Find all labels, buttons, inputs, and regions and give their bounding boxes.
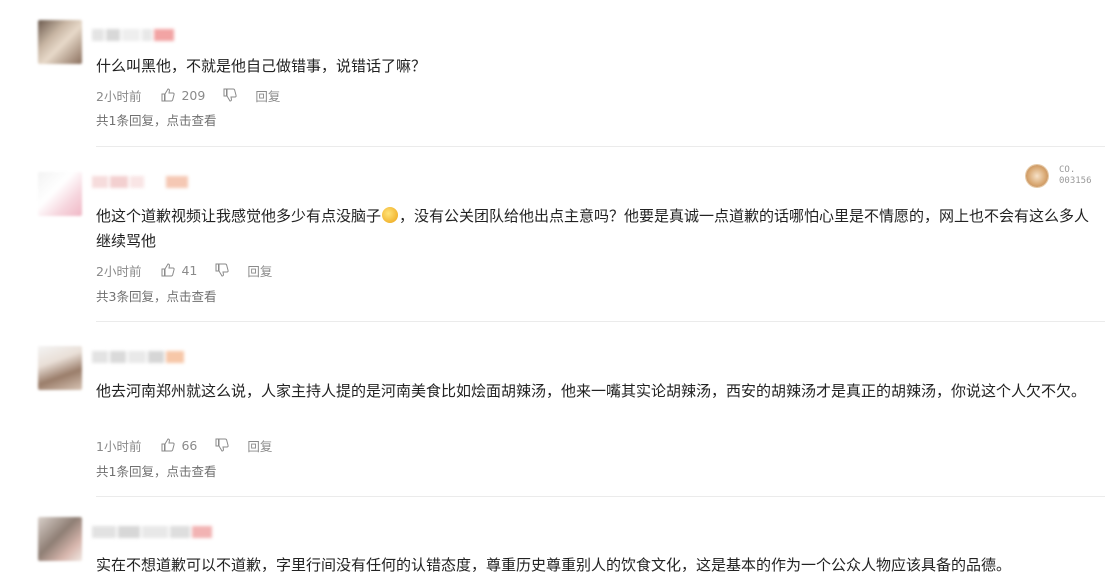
watermark-text: CO. 003156 bbox=[1059, 165, 1092, 186]
thumbs-down-icon bbox=[223, 88, 237, 102]
like-button[interactable]: 66 bbox=[161, 438, 197, 453]
like-count: 66 bbox=[181, 437, 198, 453]
comment-text: 他这个道歉视频让我感觉他多少有点没脑子 ，没有公关团队给他出点主意吗？他要是真诚一… bbox=[96, 207, 1090, 250]
reply-button[interactable]: 回复 bbox=[247, 261, 272, 280]
like-button[interactable]: 209 bbox=[161, 88, 205, 103]
reply-button[interactable]: 回复 bbox=[255, 86, 280, 105]
username-blurred[interactable] bbox=[92, 176, 190, 188]
avatar[interactable] bbox=[38, 517, 82, 561]
avatar[interactable] bbox=[38, 346, 82, 390]
divider bbox=[96, 321, 1105, 322]
like-count: 209 bbox=[181, 87, 206, 103]
comment-text: 什么叫黑他，不就是他自己做错事，说错话了嘛？ bbox=[96, 57, 427, 75]
username-blurred[interactable] bbox=[92, 29, 176, 41]
like-button[interactable]: 41 bbox=[161, 263, 197, 278]
comment-text: 他去河南郑州就这么说，人家主持人提的是河南美食比如烩面胡辣汤，他来一嘴其实论胡辣… bbox=[96, 382, 1087, 400]
comment-time: 2小时前 bbox=[96, 88, 142, 104]
avatar[interactable] bbox=[38, 172, 82, 216]
comment-meta: 2小时前 209 回复 bbox=[96, 86, 280, 104]
dislike-button[interactable] bbox=[215, 263, 230, 277]
view-replies-link[interactable]: 共3条回复，点击查看 bbox=[96, 286, 216, 305]
comment-text: 实在不想道歉可以不道歉，字里行间没有任何的认错态度，尊重历史尊重别人的饮食文化，… bbox=[96, 556, 1012, 574]
avatar[interactable] bbox=[38, 20, 82, 64]
medal-icon bbox=[1026, 165, 1048, 187]
comment-meta: 2小时前 41 回复 bbox=[96, 261, 272, 279]
emoji-icon bbox=[382, 207, 399, 223]
username-blurred[interactable] bbox=[92, 526, 214, 538]
thumbs-down-icon bbox=[215, 263, 230, 277]
comment-meta: 1小时前 66 回复 bbox=[96, 436, 272, 454]
dislike-button[interactable] bbox=[223, 88, 237, 102]
like-count: 41 bbox=[181, 262, 198, 278]
username-blurred[interactable] bbox=[92, 351, 186, 363]
comment-time: 1小时前 bbox=[96, 438, 142, 454]
thumbs-up-icon bbox=[161, 88, 176, 102]
divider bbox=[96, 146, 1105, 147]
reply-button[interactable]: 回复 bbox=[247, 436, 272, 455]
thumbs-up-icon bbox=[161, 438, 176, 452]
thumbs-up-icon bbox=[161, 263, 176, 277]
dislike-button[interactable] bbox=[215, 438, 230, 452]
thumbs-down-icon bbox=[215, 438, 230, 452]
view-replies-link[interactable]: 共1条回复，点击查看 bbox=[96, 461, 216, 480]
divider bbox=[96, 496, 1105, 497]
comment-time: 2小时前 bbox=[96, 263, 142, 279]
view-replies-link[interactable]: 共1条回复，点击查看 bbox=[96, 110, 216, 129]
